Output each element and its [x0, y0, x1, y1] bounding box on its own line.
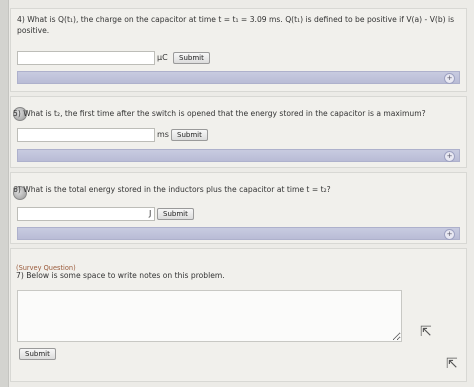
question-6-answer-input[interactable] — [17, 207, 155, 221]
question-6-text: 6) What is the total energy stored in th… — [13, 185, 331, 194]
question-7-text: 7) Below is some space to write notes on… — [16, 271, 225, 280]
left-scroll-gutter — [0, 0, 9, 387]
question-5-answer-input[interactable] — [17, 128, 155, 142]
question-4-text-line1: 4) What is Q(t₁), the charge on the capa… — [17, 15, 455, 24]
question-6-panel: 6) What is the total energy stored in th… — [10, 172, 467, 244]
question-4-hint-bar[interactable]: + — [17, 71, 460, 84]
question-5-text: 5) What is t₂, the first time after the … — [13, 109, 426, 118]
question-6-hint-bar[interactable]: + — [17, 227, 460, 240]
question-6-unit: J — [149, 209, 152, 218]
question-4-submit-button[interactable]: Submit — [173, 52, 210, 64]
mouse-cursor-icon: ⇱ — [446, 356, 458, 372]
question-4-unit: μC — [157, 53, 168, 62]
question-7-submit-button[interactable]: Submit — [19, 348, 56, 360]
question-4-answer-input[interactable] — [17, 51, 155, 65]
question-5-panel: 5) What is t₂, the first time after the … — [10, 96, 467, 168]
question-6-submit-button[interactable]: Submit — [157, 208, 194, 220]
problem-page: 4) What is Q(t₁), the charge on the capa… — [0, 0, 474, 387]
plus-icon[interactable]: + — [444, 151, 455, 162]
question-4-text-line2: positive. — [17, 26, 50, 35]
question-5-submit-button[interactable]: Submit — [171, 129, 208, 141]
question-5-unit: ms — [157, 130, 169, 139]
question-7-notes-textarea[interactable] — [17, 290, 402, 342]
question-5-hint-bar[interactable]: + — [17, 149, 460, 162]
plus-icon[interactable]: + — [444, 73, 455, 84]
question-4-panel: 4) What is Q(t₁), the charge on the capa… — [10, 8, 467, 92]
mouse-cursor-icon: ⇱ — [420, 324, 432, 340]
plus-icon[interactable]: + — [444, 229, 455, 240]
